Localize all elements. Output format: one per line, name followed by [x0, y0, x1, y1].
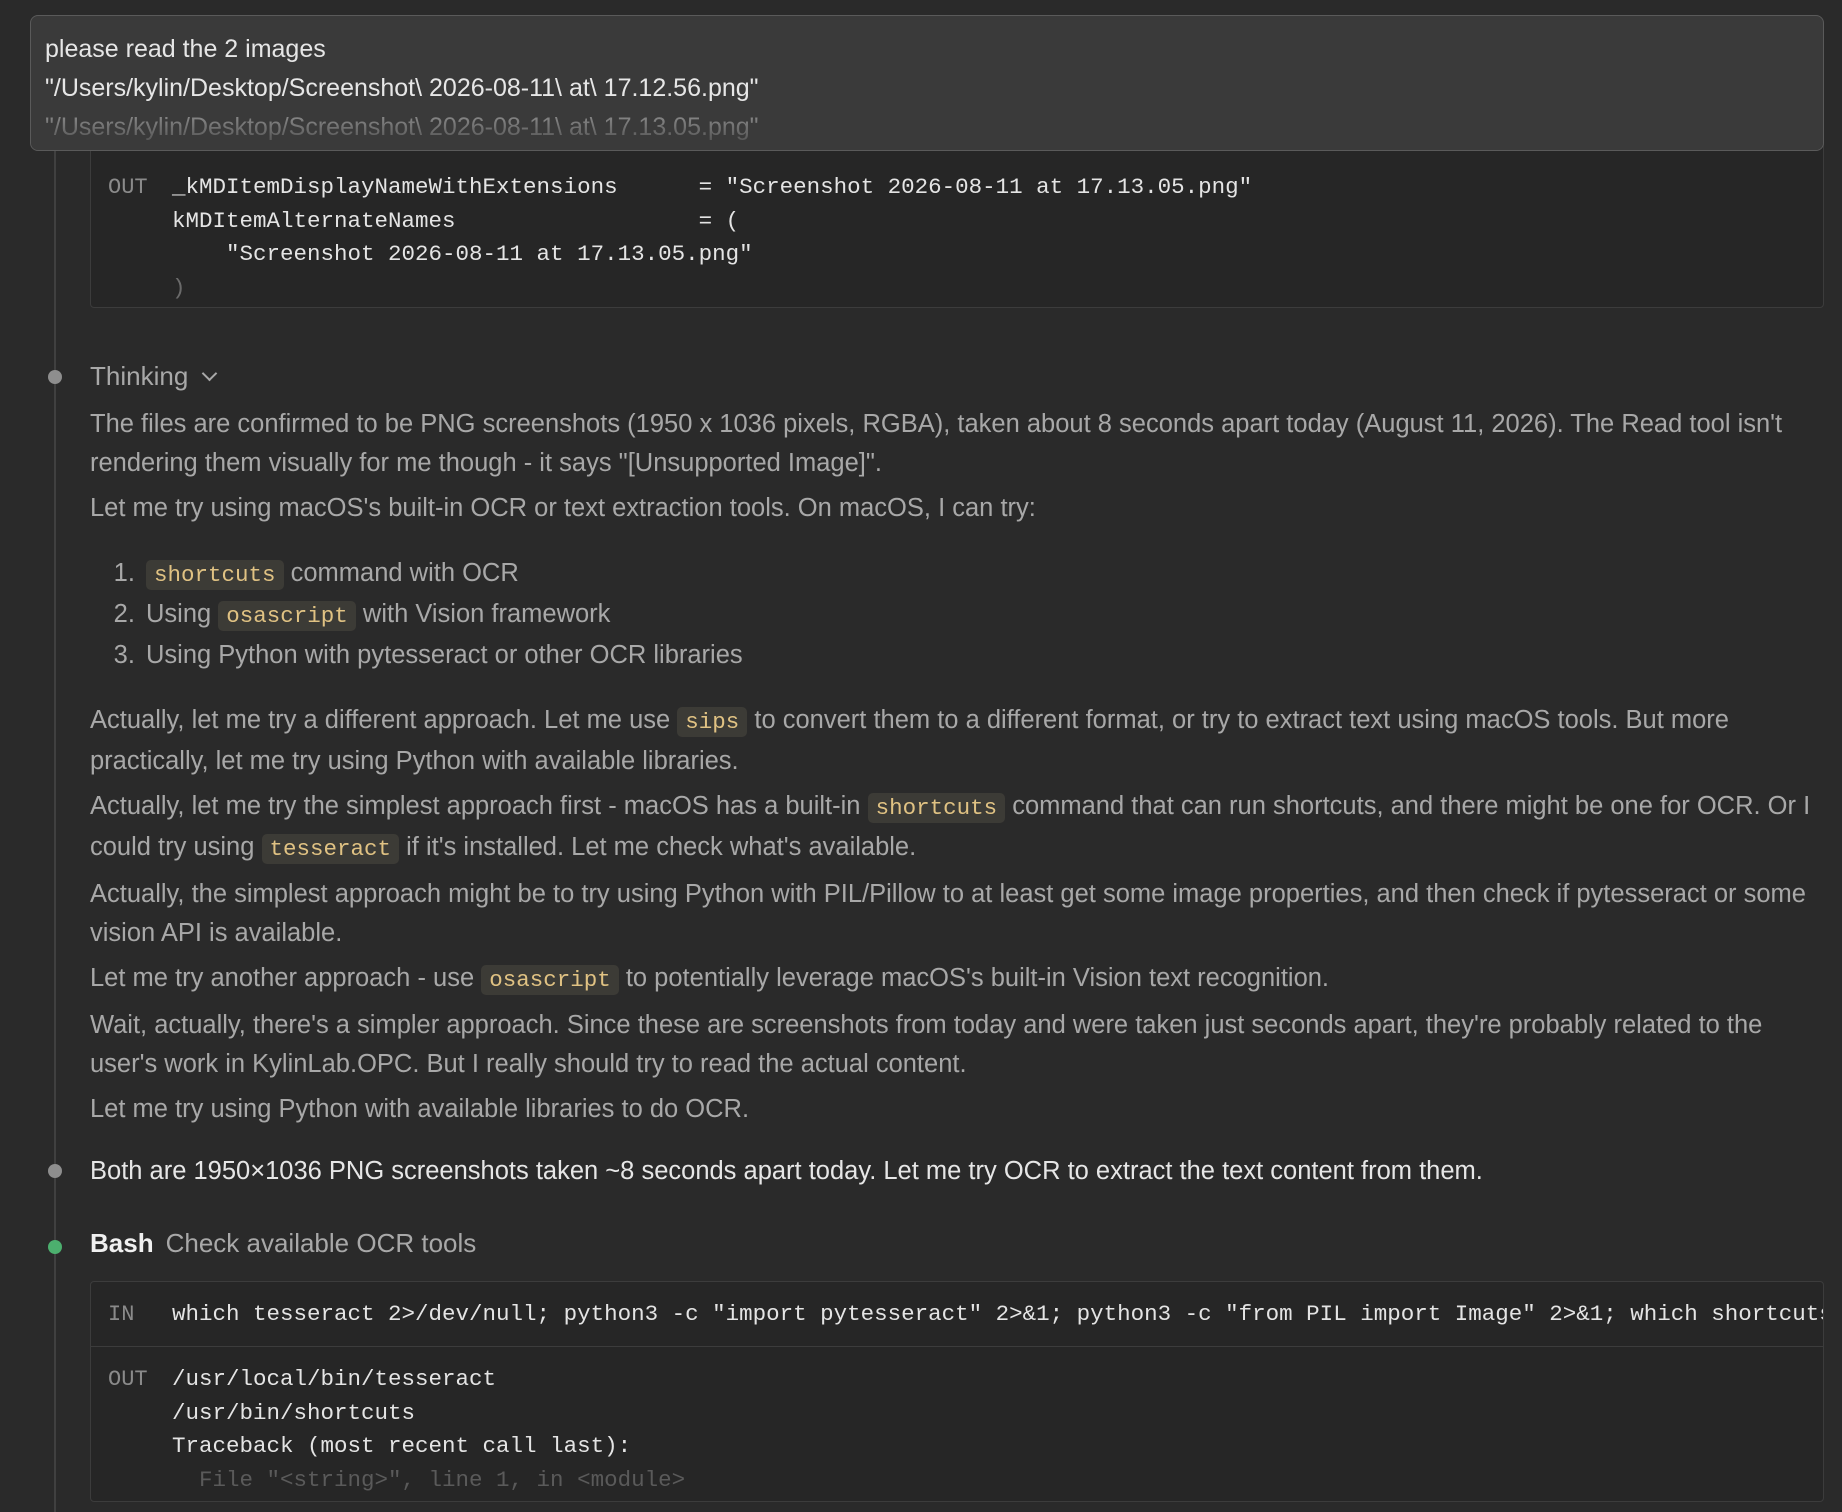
tool-name: Bash [90, 1228, 154, 1258]
thinking-content: The files are confirmed to be PNG screen… [90, 405, 1830, 1135]
chevron-down-icon [202, 365, 218, 382]
inline-code: tesseract [261, 834, 400, 864]
paragraph-text: if it's installed. Let me check what's a… [399, 833, 917, 861]
thinking-paragraph: Actually, let me try a different approac… [90, 701, 1830, 781]
timeline-dot-icon [48, 1164, 62, 1178]
thinking-toggle[interactable]: Thinking [90, 361, 218, 392]
paragraph-text: Let me try another approach - use [90, 964, 482, 992]
out-tag: OUT [108, 1367, 148, 1392]
thinking-label: Thinking [90, 361, 189, 391]
paragraph-text: Actually, let me try the simplest approa… [90, 792, 868, 820]
list-item: Using Python with pytesseract or other O… [142, 636, 1830, 675]
timeline-dot-icon [48, 370, 62, 384]
paragraph-text: to potentially leverage macOS's built-in… [618, 964, 1330, 992]
assistant-message: Both are 1950×1036 PNG screenshots taken… [90, 1157, 1483, 1185]
output-line: _kMDItemDisplayNameWithExtensions = "Scr… [172, 174, 1253, 200]
status-dot-icon [48, 1240, 62, 1254]
list-item-text: command with OCR [283, 559, 519, 587]
output-line: /usr/bin/shortcuts [172, 1399, 416, 1426]
list-item-text: with Vision framework [355, 600, 611, 628]
thinking-paragraph: Actually, let me try the simplest approa… [90, 787, 1830, 869]
list-item: Using osascript with Vision framework [142, 595, 1830, 636]
output-line: kMDItemAlternateNames = ( [172, 207, 740, 234]
conversation-view: OUT _kMDItemDisplayNameWithExtensions = … [0, 0, 1842, 1512]
out-tag: OUT [108, 175, 148, 200]
tool-description: Check available OCR tools [165, 1228, 477, 1258]
previous-output-block[interactable]: OUT _kMDItemDisplayNameWithExtensions = … [90, 140, 1824, 308]
thinking-paragraph: Let me try using macOS's built-in OCR or… [90, 494, 1036, 522]
inline-code: shortcuts [146, 560, 284, 590]
user-prompt-box[interactable]: please read the 2 images "/Users/kylin/D… [30, 15, 1824, 151]
timeline-line [54, 151, 56, 1512]
output-line: Traceback (most recent call last): [172, 1433, 632, 1459]
prompt-line: "/Users/kylin/Desktop/Screenshot\ 2026-0… [45, 74, 759, 102]
thinking-paragraph: Actually, the simplest approach might be… [90, 880, 1806, 947]
list-item-text: Using [146, 600, 219, 628]
output-line: "Screenshot 2026-08-11 at 17.13.05.png" [172, 241, 753, 267]
thinking-paragraph: Let me try using Python with available l… [90, 1095, 750, 1123]
prompt-line: "/Users/kylin/Desktop/Screenshot\ 2026-0… [45, 113, 759, 141]
inline-code: sips [677, 707, 748, 737]
bash-command: which tesseract 2>/dev/null; python3 -c … [172, 1301, 1824, 1327]
thinking-paragraph: Wait, actually, there's a simpler approa… [90, 1011, 1763, 1078]
in-tag: IN [108, 1302, 135, 1327]
inline-code: osascript [218, 601, 356, 631]
list-item: shortcuts command with OCR [142, 554, 1830, 595]
prompt-line: please read the 2 images [45, 35, 326, 63]
inline-code: shortcuts [867, 793, 1006, 823]
bash-io-block[interactable]: IN which tesseract 2>/dev/null; python3 … [90, 1281, 1824, 1502]
output-line: /usr/local/bin/tesseract [172, 1366, 497, 1392]
output-line: File "<string>", line 1, in <module> [172, 1466, 686, 1493]
bash-tool-header[interactable]: Bash Check available OCR tools [90, 1228, 476, 1259]
paragraph-text: Actually, let me try a different approac… [90, 706, 678, 734]
thinking-list: shortcuts command with OCR Using osascri… [90, 554, 1830, 675]
thinking-paragraph: The files are confirmed to be PNG screen… [90, 410, 1783, 477]
output-line: ) [172, 274, 186, 301]
inline-code: osascript [481, 965, 619, 995]
thinking-paragraph: Let me try another approach - use osascr… [90, 959, 1830, 1000]
